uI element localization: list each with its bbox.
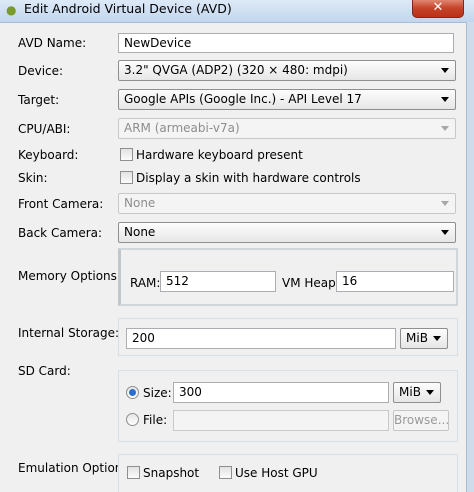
cpu-abi-label: CPU/ABI: [18,122,71,136]
window-right-edge [466,22,474,492]
sd-card-label: SD Card: [18,364,71,378]
cpu-abi-value: ARM (armeabi-v7a) [124,121,240,135]
skin-checkbox-label[interactable]: Display a skin with hardware controls [136,171,361,185]
ram-label: RAM: [130,276,161,290]
internal-storage-label: Internal Storage: [18,326,120,340]
chevron-down-icon [441,201,449,206]
sd-size-value: 300 [179,385,202,399]
host-gpu-checkbox[interactable] [219,466,232,479]
internal-storage-value: 200 [132,331,155,345]
front-camera-select[interactable]: None [118,193,456,214]
memory-options-label: Memory Options: [18,269,121,283]
front-camera-value: None [124,196,156,210]
device-label: Device: [18,64,64,78]
sd-file-label[interactable]: File: [143,413,167,427]
sd-size-input[interactable]: 300 [173,382,389,403]
avd-name-label: AVD Name: [18,36,87,50]
android-app-icon: ● [6,3,17,17]
sd-card-group [118,370,458,442]
target-select[interactable]: Google APIs (Google Inc.) - API Level 17 [118,89,456,110]
keyboard-checkbox-label[interactable]: Hardware keyboard present [136,148,303,162]
device-value: 3.2" QVGA (ADP2) (320 × 480: mdpi) [124,63,348,77]
internal-storage-input[interactable]: 200 [126,328,396,349]
keyboard-checkbox[interactable] [120,148,133,161]
title-bar[interactable]: ● Edit Android Virtual Device (AVD) ✕ [0,0,474,23]
sd-size-unit-select[interactable]: MiB [393,382,441,403]
skin-label: Skin: [18,171,48,185]
snapshot-checkbox-label[interactable]: Snapshot [143,466,199,480]
keyboard-label: Keyboard: [18,148,79,162]
skin-checkbox[interactable] [120,171,133,184]
cpu-abi-select[interactable]: ARM (armeabi-v7a) [118,118,456,139]
close-icon: ✕ [432,0,444,15]
ram-value: 512 [166,274,189,288]
chevron-down-icon [426,390,434,395]
vm-heap-value: 16 [342,274,358,288]
sd-file-input[interactable] [173,410,389,431]
internal-storage-unit-select[interactable]: MiB [400,328,448,349]
browse-button-label: Browse... [394,413,450,427]
snapshot-checkbox[interactable] [127,466,140,479]
close-button[interactable]: ✕ [412,0,464,18]
sd-size-radio[interactable] [126,386,139,399]
internal-storage-unit-value: MiB [406,331,428,345]
target-value: Google APIs (Google Inc.) - API Level 17 [124,92,362,106]
target-label: Target: [18,93,60,107]
back-camera-value: None [124,225,156,239]
chevron-down-icon [441,68,449,73]
window-title: Edit Android Virtual Device (AVD) [24,1,232,16]
avd-name-input[interactable]: NewDevice [118,33,454,53]
emulation-options-label: Emulation Options: [18,461,133,475]
sd-size-label[interactable]: Size: [143,386,172,400]
chevron-down-icon [441,230,449,235]
host-gpu-checkbox-label[interactable]: Use Host GPU [235,466,318,480]
chevron-down-icon [433,336,441,341]
sd-file-radio[interactable] [126,413,139,426]
sd-size-unit-value: MiB [399,385,421,399]
avd-name-value: NewDevice [124,36,192,50]
chevron-down-icon [441,97,449,102]
back-camera-select[interactable]: None [118,222,456,243]
ram-input[interactable]: 512 [160,271,276,292]
front-camera-label: Front Camera: [18,197,104,211]
browse-button[interactable]: Browse... [393,410,449,431]
vm-heap-input[interactable]: 16 [336,271,454,292]
vm-heap-label: VM Heap: [282,276,340,290]
device-select[interactable]: 3.2" QVGA (ADP2) (320 × 480: mdpi) [118,60,456,81]
back-camera-label: Back Camera: [18,226,103,240]
chevron-down-icon [441,126,449,131]
